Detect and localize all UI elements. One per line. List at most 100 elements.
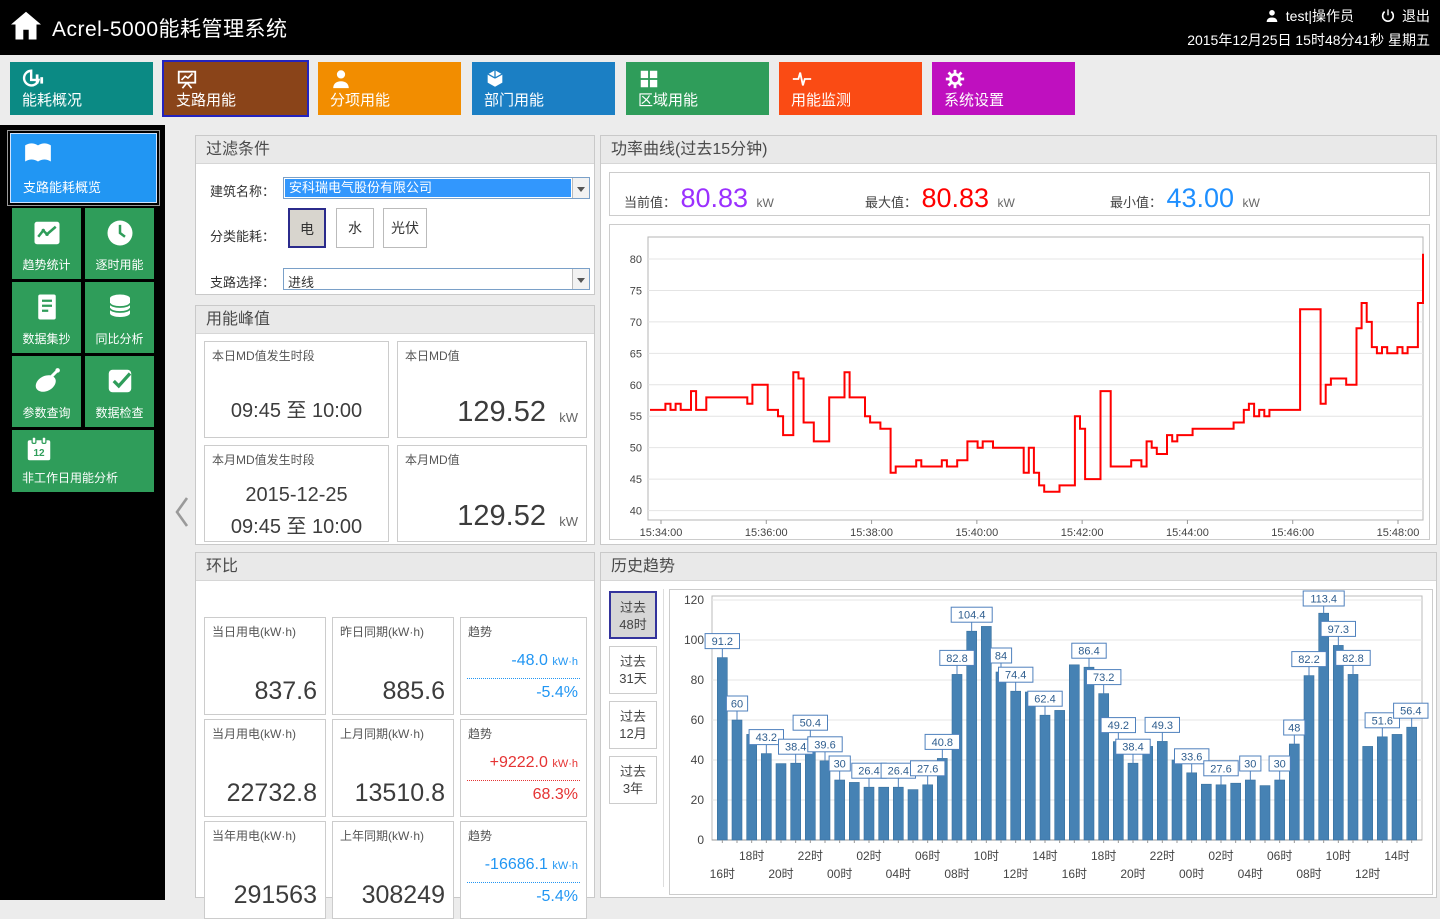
calendar-icon: 12 bbox=[24, 434, 54, 464]
energy-option-water[interactable]: 水 bbox=[336, 208, 374, 248]
sidebar-item-branch-overview[interactable]: 支路能耗概览 bbox=[10, 133, 157, 203]
svg-text:86.4: 86.4 bbox=[1078, 646, 1099, 658]
trend-percent: 68.3% bbox=[533, 786, 578, 804]
pulse-icon bbox=[791, 68, 813, 90]
svg-text:70: 70 bbox=[630, 317, 642, 329]
nav-tile-department-energy[interactable]: 部门用能 bbox=[472, 62, 615, 115]
clock-icon bbox=[105, 218, 135, 248]
svg-text:15:48:00: 15:48:00 bbox=[1377, 527, 1420, 539]
tab-past-3y[interactable]: 过去3年 bbox=[609, 756, 657, 804]
energy-option-electric[interactable]: 电 bbox=[288, 208, 326, 248]
svg-text:30: 30 bbox=[1244, 759, 1256, 771]
svg-text:104.4: 104.4 bbox=[958, 610, 986, 622]
sidebar-item-data-collection[interactable]: 数据集抄 bbox=[12, 282, 81, 353]
history-bar-chart: 02040608010012016时18时20时22时00时02时04时06时0… bbox=[670, 590, 1432, 894]
sidebar-item-parameter-query[interactable]: 参数查询 bbox=[12, 356, 81, 427]
app-root: Acrel-5000能耗管理系统 test|操作员 退出 2015年12月25日… bbox=[0, 0, 1440, 900]
chevron-left-icon bbox=[172, 516, 192, 533]
nav-tile-branch-energy[interactable]: 支路用能 bbox=[164, 62, 307, 115]
svg-text:60: 60 bbox=[630, 380, 642, 392]
presentation-chart-icon bbox=[176, 68, 198, 90]
svg-text:06时: 06时 bbox=[915, 849, 940, 863]
svg-text:30: 30 bbox=[1274, 759, 1286, 771]
svg-text:82.8: 82.8 bbox=[1342, 653, 1363, 665]
document-icon bbox=[32, 292, 62, 322]
pie-chart-icon bbox=[22, 68, 44, 90]
tab-past-48h[interactable]: 过去48时 bbox=[609, 591, 657, 639]
user-icon bbox=[1264, 8, 1280, 24]
svg-text:27.6: 27.6 bbox=[917, 763, 938, 775]
grid-icon bbox=[638, 68, 660, 90]
branch-select[interactable]: 进线 bbox=[283, 268, 590, 290]
peak-panel-title: 用能峰值 bbox=[196, 306, 594, 334]
building-select[interactable]: 安科瑞电气股份有限公司 bbox=[283, 177, 590, 199]
svg-text:56.4: 56.4 bbox=[1400, 706, 1421, 718]
svg-text:80: 80 bbox=[630, 254, 642, 266]
chevron-down-icon[interactable] bbox=[572, 269, 589, 289]
svg-text:0: 0 bbox=[697, 833, 704, 847]
peak-panel: 用能峰值 本日MD值发生时段 09:45 至 10:00 本日MD值 129.5… bbox=[195, 305, 595, 545]
day-md-value-card: 本日MD值 129.52 kW bbox=[397, 341, 587, 438]
month-md-date: 2015-12-25 bbox=[205, 484, 388, 507]
energy-option-solar[interactable]: 光伏 bbox=[383, 208, 427, 248]
logout-button[interactable]: 退出 bbox=[1402, 6, 1430, 26]
svg-text:22时: 22时 bbox=[1150, 849, 1175, 863]
svg-text:06时: 06时 bbox=[1267, 849, 1292, 863]
huanbi-previous-card: 上年同期(kW·h)308249 bbox=[332, 821, 454, 919]
current-value-stat: 当前值： 80.83 kW bbox=[624, 183, 774, 214]
svg-text:51.6: 51.6 bbox=[1372, 715, 1393, 727]
sidebar-item-nonworkday-analysis[interactable]: 12 非工作日用能分析 bbox=[12, 430, 154, 492]
day-md-value: 129.52 bbox=[457, 396, 546, 429]
sidebar-item-trend-stats[interactable]: 趋势统计 bbox=[12, 208, 81, 279]
svg-text:60: 60 bbox=[691, 713, 705, 727]
nav-tile-energy-overview[interactable]: 能耗概况 bbox=[10, 62, 153, 115]
filter-panel-title: 过滤条件 bbox=[196, 136, 594, 164]
huanbi-current-card: 当日用电(kW·h)837.6 bbox=[204, 617, 326, 715]
max-value: 80.83 bbox=[921, 183, 989, 213]
tab-past-31d[interactable]: 过去31天 bbox=[609, 646, 657, 694]
huanbi-current-value: 291563 bbox=[234, 881, 317, 910]
svg-text:26.4: 26.4 bbox=[888, 766, 909, 778]
month-md-unit: kW bbox=[559, 514, 578, 529]
svg-text:27.6: 27.6 bbox=[1210, 763, 1231, 775]
month-md-period-card: 本月MD值发生时段 2015-12-25 09:45 至 10:00 bbox=[204, 445, 389, 542]
svg-text:16时: 16时 bbox=[1062, 867, 1087, 881]
svg-text:50.4: 50.4 bbox=[800, 718, 821, 730]
svg-text:15:42:00: 15:42:00 bbox=[1061, 527, 1104, 539]
nav-row: 能耗概况 支路用能 分项用能 部门用能 区域用能 用能监测 系统设置 bbox=[0, 55, 1440, 125]
history-chart-box: 02040608010012016时18时20时22时00时02时04时06时0… bbox=[669, 589, 1433, 895]
sidebar-item-yoy-analysis[interactable]: 同比分析 bbox=[85, 282, 154, 353]
svg-text:12: 12 bbox=[33, 448, 45, 459]
svg-text:12时: 12时 bbox=[1003, 867, 1028, 881]
power-stats-bar: 当前值： 80.83 kW 最大值： 80.83 kW 最小值： 43.00 k… bbox=[609, 172, 1430, 216]
svg-text:65: 65 bbox=[630, 348, 642, 360]
user-name[interactable]: test|操作员 bbox=[1286, 6, 1354, 26]
home-icon[interactable] bbox=[8, 8, 44, 44]
tab-past-12m[interactable]: 过去12月 bbox=[609, 701, 657, 749]
sidebar-item-data-check[interactable]: 数据检查 bbox=[85, 356, 154, 427]
sidebar-item-hourly-energy[interactable]: 逐时用能 bbox=[85, 208, 154, 279]
svg-text:04时: 04时 bbox=[1238, 867, 1263, 881]
power-chart-box: 40455055606570758015:34:0015:36:0015:38:… bbox=[609, 224, 1430, 540]
svg-text:14时: 14时 bbox=[1384, 849, 1409, 863]
huanbi-previous-value: 885.6 bbox=[382, 677, 445, 706]
day-md-period-card: 本日MD值发生时段 09:45 至 10:00 bbox=[204, 341, 389, 438]
svg-text:20时: 20时 bbox=[1120, 867, 1145, 881]
svg-text:39.6: 39.6 bbox=[814, 739, 835, 751]
nav-tile-area-energy[interactable]: 区域用能 bbox=[626, 62, 769, 115]
sidebar: 支路能耗概览 趋势统计 逐时用能 数据集抄 同比分析 参数查询 数据检查 bbox=[0, 125, 165, 900]
svg-text:91.2: 91.2 bbox=[712, 636, 733, 648]
svg-text:10时: 10时 bbox=[1326, 849, 1351, 863]
svg-text:80: 80 bbox=[691, 673, 705, 687]
nav-tile-subentry-energy[interactable]: 分项用能 bbox=[318, 62, 461, 115]
history-panel-title: 历史趋势 bbox=[601, 553, 1436, 581]
nav-tile-energy-monitor[interactable]: 用能监测 bbox=[779, 62, 922, 115]
nav-tile-system-settings[interactable]: 系统设置 bbox=[932, 62, 1075, 115]
chevron-down-icon[interactable] bbox=[572, 178, 589, 198]
huanbi-trend-card: 趋势 -16686.1 kW·h -5.4% bbox=[460, 821, 587, 919]
trend-percent: -5.4% bbox=[536, 888, 578, 906]
svg-text:18时: 18时 bbox=[739, 849, 764, 863]
trend-percent: -5.4% bbox=[536, 684, 578, 702]
sidebar-collapse-button[interactable] bbox=[172, 495, 192, 529]
power-panel: 功率曲线(过去15分钟) 当前值： 80.83 kW 最大值： 80.83 kW… bbox=[600, 135, 1437, 545]
